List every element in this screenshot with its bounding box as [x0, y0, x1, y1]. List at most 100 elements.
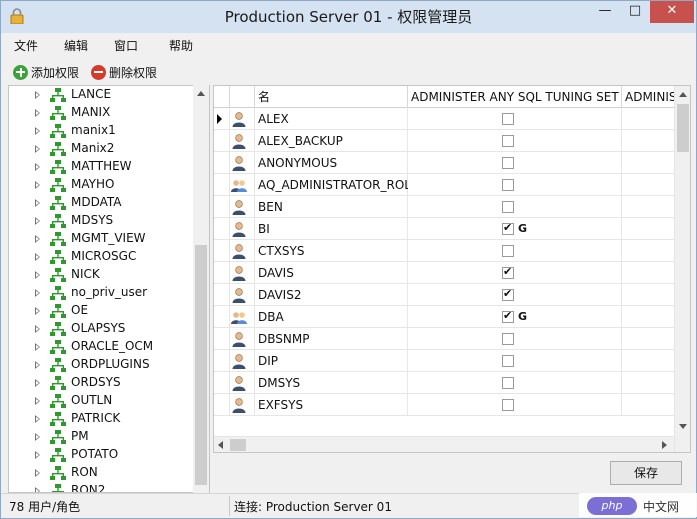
expand-arrow-icon[interactable]: [35, 109, 40, 117]
table-row[interactable]: ALEX_BACKUP: [214, 130, 674, 152]
table-row[interactable]: DAVIS2: [214, 284, 674, 306]
tree-item[interactable]: OLAPSYS: [9, 320, 197, 338]
tree-item[interactable]: NICK: [9, 266, 197, 284]
column-header-privilege[interactable]: ADMINISTER ANY SQL TUNING SET: [408, 86, 622, 108]
delete-privilege-button[interactable]: 删除权限: [91, 63, 157, 81]
maximize-button[interactable]: □: [621, 1, 649, 23]
privilege-checkbox[interactable]: [502, 201, 514, 213]
add-privilege-button[interactable]: 添加权限: [13, 63, 79, 81]
tree-item[interactable]: MATTHEW: [9, 158, 197, 176]
menu-edit[interactable]: 编辑: [64, 37, 88, 54]
expand-arrow-icon[interactable]: [35, 415, 40, 423]
grid-scroll-right-icon[interactable]: [662, 441, 667, 449]
table-row[interactable]: ANONYMOUS: [214, 152, 674, 174]
scroll-up-icon[interactable]: [197, 91, 205, 96]
row-header-cell[interactable]: [214, 284, 230, 306]
row-header-cell[interactable]: [214, 196, 230, 218]
row-header-cell[interactable]: [214, 372, 230, 394]
tree-item[interactable]: MICROSGC: [9, 248, 197, 266]
expand-arrow-icon[interactable]: [35, 289, 40, 297]
tree-item[interactable]: ORACLE_OCM: [9, 338, 197, 356]
table-row[interactable]: EXFSYS: [214, 394, 674, 416]
expand-arrow-icon[interactable]: [35, 163, 40, 171]
row-header-cell[interactable]: [214, 394, 230, 416]
tree-item[interactable]: RON: [9, 464, 197, 482]
tree-item[interactable]: Manix2: [9, 140, 197, 158]
tree-item[interactable]: POTATO: [9, 446, 197, 464]
privilege-checkbox[interactable]: [502, 179, 514, 191]
save-button[interactable]: 保存: [610, 461, 682, 485]
row-header-cell[interactable]: [214, 240, 230, 262]
expand-arrow-icon[interactable]: [35, 451, 40, 459]
grid-scroll-down-icon[interactable]: [679, 424, 687, 429]
privilege-checkbox[interactable]: [502, 399, 514, 411]
expand-arrow-icon[interactable]: [35, 433, 40, 441]
table-row[interactable]: DBSNMP: [214, 328, 674, 350]
row-header-cell[interactable]: [214, 108, 230, 130]
tree-item[interactable]: MAYHO: [9, 176, 197, 194]
tree-item[interactable]: manix1: [9, 122, 197, 140]
menu-file[interactable]: 文件: [14, 37, 38, 54]
tree-item[interactable]: MDDATA: [9, 194, 197, 212]
privilege-checkbox[interactable]: [502, 157, 514, 169]
table-row[interactable]: AQ_ADMINISTRATOR_ROLE: [214, 174, 674, 196]
tree-item[interactable]: RON2: [9, 482, 197, 492]
privilege-checkbox[interactable]: [502, 287, 514, 301]
row-header-cell[interactable]: [214, 262, 230, 284]
table-row[interactable]: DAVIS: [214, 262, 674, 284]
grid-vscroll-thumb[interactable]: [677, 104, 689, 152]
expand-arrow-icon[interactable]: [35, 325, 40, 333]
row-header-cell[interactable]: [214, 350, 230, 372]
expand-arrow-icon[interactable]: [35, 379, 40, 387]
table-row[interactable]: BEN: [214, 196, 674, 218]
user-tree[interactable]: LANCE MANIX manix1 Manix2 MATTHEW MAYHO MDDATA…: [8, 85, 210, 493]
minimize-button[interactable]: —: [591, 1, 619, 23]
tree-item[interactable]: MANIX: [9, 104, 197, 122]
table-row[interactable]: DMSYS: [214, 372, 674, 394]
title-bar[interactable]: Production Server 01 - 权限管理员 — □ ✕: [1, 1, 696, 33]
tree-item[interactable]: no_priv_user: [9, 284, 197, 302]
table-row[interactable]: BI G: [214, 218, 674, 240]
tree-item[interactable]: PATRICK: [9, 410, 197, 428]
column-header-privilege-2[interactable]: ADMINIS: [622, 86, 674, 108]
row-header-cell[interactable]: [214, 130, 230, 152]
tree-scrollbar[interactable]: [193, 85, 209, 493]
expand-arrow-icon[interactable]: [35, 127, 40, 135]
privilege-checkbox[interactable]: [502, 135, 514, 147]
menu-window[interactable]: 窗口: [114, 37, 138, 54]
expand-arrow-icon[interactable]: [35, 91, 40, 99]
privilege-checkbox[interactable]: [502, 309, 514, 323]
row-header-cell[interactable]: [214, 328, 230, 350]
expand-arrow-icon[interactable]: [35, 397, 40, 405]
table-row[interactable]: CTXSYS: [214, 240, 674, 262]
table-row[interactable]: ALEX: [214, 108, 674, 130]
tree-item[interactable]: MGMT_VIEW: [9, 230, 197, 248]
grid-hscroll-thumb[interactable]: [230, 439, 246, 451]
row-header-cell[interactable]: [214, 306, 230, 328]
column-header-name[interactable]: 名: [255, 86, 408, 108]
row-header-cell[interactable]: [214, 152, 230, 174]
tree-item[interactable]: OE: [9, 302, 197, 320]
privilege-checkbox[interactable]: [502, 221, 514, 235]
tree-item[interactable]: PM: [9, 428, 197, 446]
tree-item[interactable]: MDSYS: [9, 212, 197, 230]
tree-item[interactable]: LANCE: [9, 86, 197, 104]
menu-help[interactable]: 帮助: [169, 37, 193, 54]
grid-scroll-left-icon[interactable]: [218, 441, 223, 449]
tree-scroll-thumb[interactable]: [195, 245, 207, 485]
privilege-checkbox[interactable]: [502, 377, 514, 389]
expand-arrow-icon[interactable]: [35, 343, 40, 351]
expand-arrow-icon[interactable]: [35, 469, 40, 477]
privilege-checkbox[interactable]: [502, 333, 514, 345]
privilege-checkbox[interactable]: [502, 245, 514, 257]
grid-vertical-scrollbar[interactable]: [674, 86, 690, 452]
close-button[interactable]: ✕: [650, 1, 694, 23]
table-row[interactable]: DBA G: [214, 306, 674, 328]
tree-item[interactable]: ORDPLUGINS: [9, 356, 197, 374]
expand-arrow-icon[interactable]: [35, 217, 40, 225]
expand-arrow-icon[interactable]: [35, 181, 40, 189]
tree-item[interactable]: OUTLN: [9, 392, 197, 410]
grid-scroll-up-icon[interactable]: [679, 92, 687, 97]
table-row[interactable]: DIP: [214, 350, 674, 372]
expand-arrow-icon[interactable]: [35, 253, 40, 261]
